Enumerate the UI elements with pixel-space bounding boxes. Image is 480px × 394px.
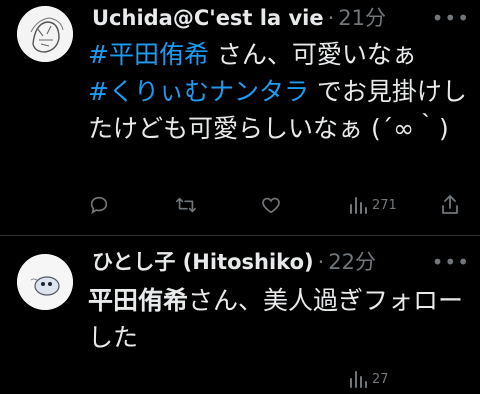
tweet-actions: 271	[0, 190, 480, 220]
tweet-header: ひとし子 (Hitoshiko) · 22分	[92, 248, 376, 276]
tweet-actions: 27	[0, 364, 480, 394]
views-icon	[350, 371, 367, 388]
avatar[interactable]	[17, 254, 73, 310]
views-button[interactable]: 27	[348, 364, 389, 394]
like-icon	[262, 197, 280, 214]
views-count: 27	[372, 371, 389, 387]
separator-dot: ·	[327, 6, 335, 30]
mentioned-name: 平田侑希	[88, 286, 189, 315]
reply-button[interactable]	[88, 190, 110, 220]
hashtag-link[interactable]: #平田侑希	[88, 40, 209, 69]
avatar[interactable]	[17, 6, 73, 62]
tweet-text: #平田侑希 さん、可愛いなぁ #くりぃむナンタラ でお見掛けしたけども可愛らしい…	[88, 36, 472, 147]
retweet-icon	[176, 197, 196, 213]
timestamp[interactable]: 22分	[328, 250, 376, 274]
separator-dot: ·	[317, 250, 325, 274]
timestamp[interactable]: 21分	[338, 6, 386, 30]
tweet-1[interactable]: Uchida@C'est la vie · 21分 ••• #平田侑希 さん、可愛い…	[0, 0, 480, 235]
tweet-2[interactable]: ひとし子 (Hitoshiko) · 22分 ••• 平田侑希さん、美人過ぎフォロー…	[0, 236, 480, 388]
more-icon[interactable]: •••	[432, 6, 470, 30]
share-button[interactable]	[440, 190, 460, 220]
hashtag-link[interactable]: #くりぃむナンタラ	[88, 77, 309, 106]
avatar-sketch-icon	[17, 6, 73, 62]
views-icon	[350, 197, 367, 214]
tweet-text-segment: さん、可愛いなぁ	[208, 40, 417, 69]
share-icon	[442, 195, 458, 214]
views-count: 271	[372, 197, 397, 213]
tweet-header: Uchida@C'est la vie · 21分	[92, 4, 386, 32]
retweet-button[interactable]	[174, 190, 198, 220]
display-name[interactable]: Uchida@C'est la vie	[92, 6, 324, 30]
like-button[interactable]	[260, 190, 282, 220]
avatar-cartoon-icon	[17, 254, 73, 310]
views-button[interactable]: 271	[348, 190, 397, 220]
display-name[interactable]: ひとし子 (Hitoshiko)	[92, 250, 314, 274]
reply-icon	[90, 196, 108, 215]
tweet-text: 平田侑希さん、美人過ぎフォローした	[88, 282, 472, 356]
more-icon[interactable]: •••	[432, 250, 470, 274]
